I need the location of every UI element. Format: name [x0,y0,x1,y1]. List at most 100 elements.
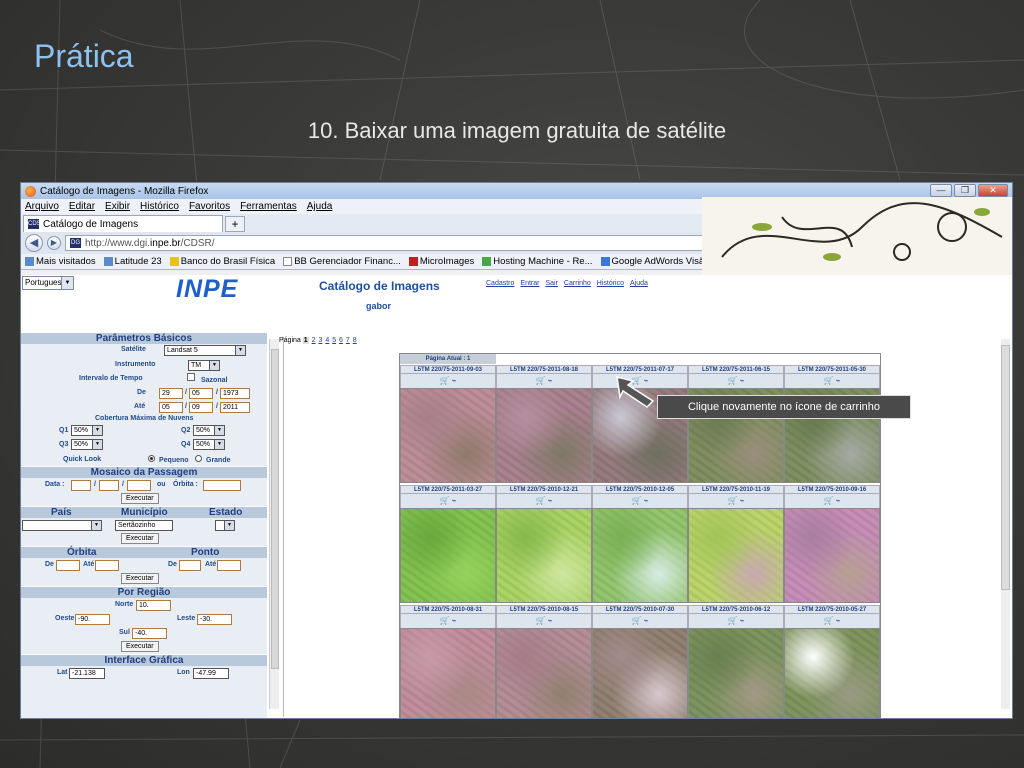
q4-select[interactable]: 50% ▼ [193,439,225,450]
cart-icon[interactable]: 🛒 [631,496,641,505]
left-scrollbar[interactable] [269,339,279,709]
new-tab-button[interactable]: + [225,216,245,232]
execute-button[interactable]: Executar [121,641,159,652]
bookmark-item[interactable]: BB Gerenciador Financ... [283,256,401,267]
bookmark-item[interactable]: Last - INPE [957,256,1012,267]
mosaic-orbit-input[interactable] [203,480,241,491]
state-select[interactable]: ▼ [215,520,235,531]
instrument-select[interactable]: TM ▼ [188,360,220,371]
cart-icon[interactable]: 🛒 [727,496,737,505]
cart-icon[interactable]: 🛒 [823,616,833,625]
point-from-input[interactable] [179,560,201,571]
close-button[interactable]: ✕ [978,184,1008,197]
to-month-input[interactable]: 09 [189,402,213,413]
bookmark-item[interactable]: Latitude 23 [103,256,162,267]
page-link[interactable]: 2 [312,337,316,344]
to-year-input[interactable]: 2011 [220,402,250,413]
satellite-select[interactable]: Landsat 5 ▼ [164,345,246,356]
details-icon[interactable]: ⌁ [449,616,457,625]
municipality-input[interactable]: Sertãozinho [115,520,173,531]
language-select[interactable]: Portugues ▼ [22,276,74,290]
bookmark-item[interactable]: MicroImages [408,256,474,267]
details-icon[interactable]: ⌁ [737,616,745,625]
execute-button[interactable]: Executar [121,573,159,584]
bookmark-item[interactable]: Google AdWords Visã... [600,256,712,267]
details-icon[interactable]: ⌁ [833,496,841,505]
bookmark-item[interactable]: Mais visitados [25,256,96,267]
quicklook-small-radio[interactable] [148,455,155,462]
menu-exibir[interactable]: Exibir [105,201,130,212]
mosaic-day-input[interactable] [71,480,91,491]
mosaic-month-input[interactable] [99,480,119,491]
east-input[interactable]: -30. [197,614,232,625]
page-link[interactable]: 6 [339,337,343,344]
right-scrollbar[interactable] [1001,339,1010,709]
cart-icon[interactable]: 🛒 [823,496,833,505]
satellite-thumbnail[interactable] [592,508,688,603]
south-input[interactable]: -40. [132,628,167,639]
link-cadastro[interactable]: Cadastro [486,280,514,287]
search-input[interactable]: Google ⌕ [769,235,979,251]
link-entrar[interactable]: Entrar [520,280,539,287]
north-input[interactable]: 10. [136,600,171,611]
seasonal-checkbox[interactable] [187,373,195,381]
link-ajuda[interactable]: Ajuda [630,280,648,287]
lon-input[interactable]: -47.99 [193,668,229,679]
satellite-thumbnail[interactable] [400,508,496,603]
cart-icon[interactable]: 🛒 [439,616,449,625]
mosaic-year-input[interactable] [127,480,151,491]
point-to-input[interactable] [217,560,241,571]
country-select[interactable]: ▼ [22,520,102,531]
link-sair[interactable]: Sair [545,280,557,287]
menu-ferramentas[interactable]: Ferramentas [240,201,297,212]
q2-select[interactable]: 50% ▼ [193,425,225,436]
cart-icon[interactable]: 🛒 [439,376,449,385]
page-link[interactable]: 7 [346,337,350,344]
bookmark-item[interactable]: INPE para sócios de e... [720,256,833,267]
execute-button[interactable]: Executar [121,493,159,504]
minimize-button[interactable]: — [930,184,952,197]
search-icon[interactable]: ⌕ [968,238,974,249]
forward-icon[interactable]: ▶ [47,236,61,250]
to-day-input[interactable]: 05 [159,402,183,413]
cart-icon[interactable]: 🛒 [535,616,545,625]
page-link[interactable]: 8 [353,337,357,344]
details-icon[interactable]: ⌁ [545,376,553,385]
execute-button[interactable]: Executar [121,533,159,544]
details-icon[interactable]: ⌁ [737,496,745,505]
page-link[interactable]: 4 [325,337,329,344]
back-icon[interactable]: ◀ [25,234,43,252]
quicklook-large-radio[interactable] [195,455,202,462]
satellite-thumbnail[interactable] [592,628,688,718]
satellite-thumbnail[interactable] [784,628,880,718]
details-icon[interactable]: ⌁ [449,376,457,385]
satellite-thumbnail[interactable] [784,508,880,603]
satellite-thumbnail[interactable] [688,508,784,603]
page-link[interactable]: 5 [332,337,336,344]
satellite-thumbnail[interactable] [688,628,784,718]
cart-icon[interactable]: 🛒 [727,616,737,625]
cart-icon[interactable]: 🛒 [727,376,737,385]
page-current[interactable]: 1 [302,337,309,344]
lat-input[interactable]: -21.138 [69,668,105,679]
details-icon[interactable]: ⌁ [641,496,649,505]
details-icon[interactable]: ⌁ [833,376,841,385]
from-day-input[interactable]: 29 [159,388,183,399]
details-icon[interactable]: ⌁ [641,616,649,625]
cart-icon[interactable]: 🛒 [535,376,545,385]
west-input[interactable]: -90. [75,614,110,625]
details-icon[interactable]: ⌁ [833,616,841,625]
maximize-button[interactable]: ❐ [954,184,976,197]
q3-select[interactable]: 50% ▼ [71,439,103,450]
menu-favoritos[interactable]: Favoritos [189,201,230,212]
address-bar[interactable]: DG http://www.dgi.inpe.br/CDSR/ [65,235,765,251]
satellite-thumbnail[interactable] [496,508,592,603]
orbit-from-input[interactable] [56,560,80,571]
orbit-to-input[interactable] [95,560,119,571]
details-icon[interactable]: ⌁ [737,376,745,385]
bookmark-item[interactable]: Banco do Brasil Física [169,256,275,267]
satellite-thumbnail[interactable] [400,388,496,483]
satellite-thumbnail[interactable] [496,628,592,718]
bookmark-item[interactable]: Hosting Machine - Re... [482,256,593,267]
details-icon[interactable]: ⌁ [545,496,553,505]
